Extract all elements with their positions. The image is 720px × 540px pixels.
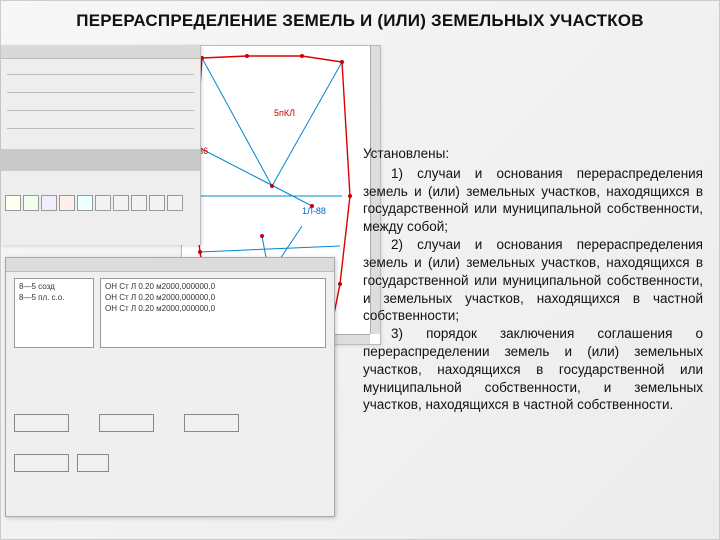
- toolbar-button[interactable]: [95, 195, 111, 211]
- toolbar-window: [1, 45, 201, 245]
- plot-line: [200, 246, 340, 252]
- dialog-button[interactable]: [14, 414, 69, 432]
- dialog-body: 8—5 созд 8—5 пл. с.о. ОН Ст Л 0.20 м2000…: [14, 278, 326, 508]
- slide: ПЕРЕРАСПРЕДЕЛЕНИЕ ЗЕМЕЛЬ И (ИЛИ) ЗЕМЕЛЬН…: [0, 0, 720, 540]
- toolbar-button[interactable]: [167, 195, 183, 211]
- right-list-field[interactable]: ОН Ст Л 0.20 м2000,000000,0 ОН Ст Л 0.20…: [100, 278, 326, 348]
- screenshot-composite: КЛ-36 5пКЛ 1Л-88: [1, 45, 361, 540]
- toolbar: [5, 195, 195, 211]
- button-row-2: [14, 454, 326, 472]
- text-item-2: 2) случаи и основания перераспределения …: [363, 236, 703, 325]
- blank-lines: [1, 59, 200, 143]
- content-area: КЛ-36 5пКЛ 1Л-88: [1, 45, 719, 539]
- toolbar-button[interactable]: [59, 195, 75, 211]
- toolbar-button[interactable]: [113, 195, 129, 211]
- dialog-button[interactable]: [184, 414, 239, 432]
- titlebar: [1, 45, 200, 59]
- plot-label-right: 5пКЛ: [274, 108, 295, 118]
- toolbar-button[interactable]: [77, 195, 93, 211]
- plot-line: [272, 62, 342, 186]
- properties-dialog: 8—5 созд 8—5 пл. с.о. ОН Ст Л 0.20 м2000…: [5, 257, 335, 517]
- plot-label-mid: 1Л-88: [302, 206, 326, 216]
- toolbar-button[interactable]: [149, 195, 165, 211]
- toolbar-button[interactable]: [23, 195, 39, 211]
- text-block: Установлены: 1) случаи и основания перер…: [363, 145, 703, 414]
- dialog-button[interactable]: [14, 454, 69, 472]
- toolbar-button[interactable]: [131, 195, 147, 211]
- page-title: ПЕРЕРАСПРЕДЕЛЕНИЕ ЗЕМЕЛЬ И (ИЛИ) ЗЕМЕЛЬН…: [1, 1, 719, 37]
- dialog-button[interactable]: [77, 454, 109, 472]
- text-lead: Установлены:: [363, 145, 703, 163]
- button-row-1: [14, 414, 326, 432]
- plot-line: [196, 146, 312, 206]
- toolbar-button[interactable]: [41, 195, 57, 211]
- text-item-3: 3) порядок заключения соглашения о перер…: [363, 325, 703, 414]
- dialog-mid-space: [14, 356, 326, 406]
- text-item-1: 1) случаи и основания перераспределения …: [363, 165, 703, 236]
- dialog-titlebar: [6, 258, 334, 272]
- left-list-field[interactable]: 8—5 созд 8—5 пл. с.о.: [14, 278, 94, 348]
- toolbar-button[interactable]: [5, 195, 21, 211]
- dialog-button[interactable]: [99, 414, 154, 432]
- gray-panel: [1, 149, 200, 171]
